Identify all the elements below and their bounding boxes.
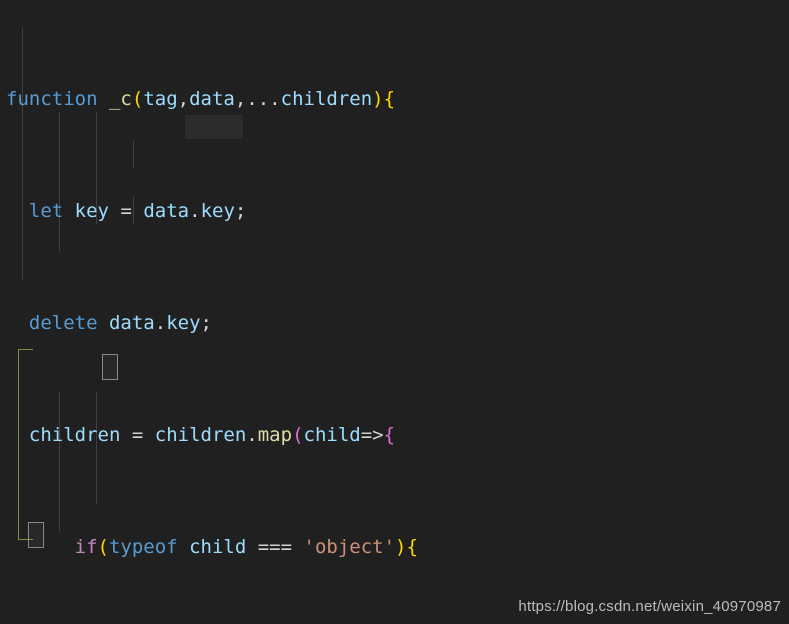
code-line: function _c(tag,data,...children){ <box>6 88 396 110</box>
watermark-text: https://blog.csdn.net/weixin_40970987 <box>518 598 781 615</box>
indent-guide <box>133 140 134 168</box>
code-line: let key = data.key; <box>28 200 247 222</box>
code-line: children = children.map(child=>{ <box>28 424 396 446</box>
code-editor[interactable]: function _c(tag,data,...children){ let k… <box>0 0 789 624</box>
indent-guide <box>59 392 60 532</box>
code-line: delete data.key; <box>28 312 212 334</box>
code-lines: function _c(tag,data,...children){ let k… <box>0 0 789 624</box>
indent-guide <box>22 28 23 280</box>
indent-guide <box>59 112 60 252</box>
code-line: if(typeof child === 'object'){ <box>74 536 418 558</box>
